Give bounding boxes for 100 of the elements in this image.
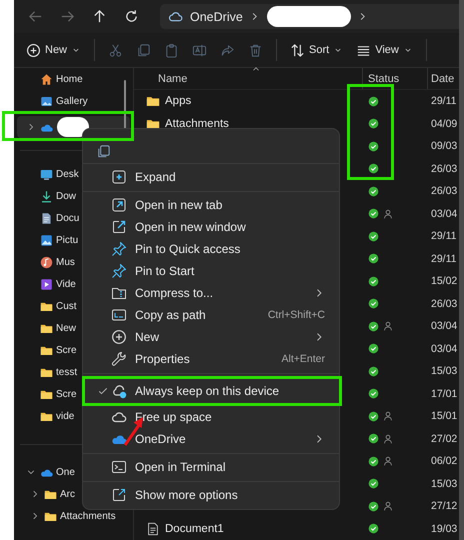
document-icon xyxy=(146,522,160,536)
synced-check-icon xyxy=(368,478,379,490)
cloud-icon xyxy=(168,9,183,24)
synced-check-icon xyxy=(368,208,379,220)
person-icon xyxy=(383,208,393,219)
new-button[interactable]: New xyxy=(26,42,82,58)
check-icon xyxy=(97,385,109,397)
up-button[interactable] xyxy=(92,9,107,24)
video-icon xyxy=(40,278,53,290)
copy-path-icon xyxy=(111,307,127,323)
date-cell-text: 04/09 xyxy=(430,116,458,132)
gallery-icon xyxy=(40,94,53,108)
file-name: Attachments xyxy=(165,118,229,130)
sidebar-item[interactable]: Gallery xyxy=(17,90,130,112)
synced-check-icon xyxy=(368,140,379,152)
breadcrumb[interactable]: OneDrive xyxy=(190,10,243,24)
forward-arrow-icon xyxy=(60,9,75,24)
date-cell-text: 15/03 xyxy=(430,364,458,380)
date-cell-text: 15/03 xyxy=(430,476,458,492)
copy-icon xyxy=(96,144,111,159)
synced-check-icon xyxy=(368,163,379,174)
zip-folder-icon xyxy=(111,285,127,301)
date-cell-text: 26/03 xyxy=(430,162,458,177)
sort-button[interactable]: Sort xyxy=(290,42,344,58)
back-arrow-icon xyxy=(28,9,43,24)
plus-square-icon xyxy=(111,169,127,185)
new-window-icon xyxy=(111,219,127,235)
synced-check-icon xyxy=(368,456,379,467)
date-cell-text: 06/02 xyxy=(430,454,458,470)
date-cell-text: 29/11 xyxy=(430,229,458,244)
pin-icon xyxy=(111,263,127,279)
synced-check-icon xyxy=(368,298,379,310)
cloud-check-icon xyxy=(111,383,127,399)
synced-check-icon xyxy=(368,366,379,377)
synced-check-icon xyxy=(368,118,379,130)
up-arrow-icon xyxy=(92,9,107,24)
download-icon xyxy=(40,190,53,202)
address-bar[interactable]: OneDrive xyxy=(160,4,459,29)
synced-check-icon xyxy=(368,96,379,107)
synced-check-icon xyxy=(368,276,379,287)
pin-icon xyxy=(111,241,127,257)
synced-check-icon xyxy=(368,320,379,332)
synced-check-icon xyxy=(368,186,379,197)
synced-check-icon xyxy=(368,253,379,264)
sidebar-item[interactable]: Attachments xyxy=(17,505,130,527)
column-header[interactable]: Date xyxy=(428,68,459,89)
share-icon xyxy=(220,42,236,58)
file-name: Document1 xyxy=(165,522,224,535)
new-tab-icon xyxy=(111,197,127,213)
date-cell-text: 15/02 xyxy=(430,274,458,290)
file-name: Apps xyxy=(165,95,192,108)
menu-item[interactable]: OneDrive xyxy=(87,428,335,450)
synced-check-icon xyxy=(368,410,379,422)
more-options-icon xyxy=(111,487,127,503)
date-cell-text: 27/12 xyxy=(430,499,458,514)
music-icon xyxy=(40,256,53,268)
person-icon xyxy=(383,456,393,466)
person-icon xyxy=(383,411,393,422)
terminal-icon xyxy=(111,459,127,475)
document-icon xyxy=(40,212,53,224)
date-cell-text: 03/04 xyxy=(430,319,458,334)
sort-icon xyxy=(290,42,306,58)
date-cell-text: 19/03 xyxy=(430,522,458,537)
date-cell-text: 27/02 xyxy=(430,432,458,447)
plus-circle-icon xyxy=(26,42,41,58)
scissors-icon xyxy=(108,42,124,58)
view-button[interactable]: View xyxy=(356,42,413,58)
date-cell-text: 15/01 xyxy=(430,409,458,424)
plus-circle-icon xyxy=(111,329,127,345)
copy-button[interactable] xyxy=(96,144,111,159)
rename-icon xyxy=(192,42,208,58)
date-cell-text: 26/03 xyxy=(430,184,458,200)
home-icon xyxy=(40,72,53,86)
sidebar-item[interactable]: Home xyxy=(17,68,130,90)
column-header[interactable]: Status xyxy=(363,68,428,89)
person-icon xyxy=(383,434,393,444)
person-icon xyxy=(383,321,393,332)
copy-icon xyxy=(136,42,152,58)
clipboard-icon xyxy=(164,42,180,58)
redaction-mark xyxy=(57,117,89,137)
synced-check-icon xyxy=(368,388,379,400)
column-header[interactable]: Name xyxy=(134,68,363,89)
desktop-icon xyxy=(40,168,53,180)
folder-icon xyxy=(146,94,160,108)
person-icon xyxy=(383,501,393,512)
refresh-icon xyxy=(124,9,139,24)
date-cell-text: 03/04 xyxy=(430,206,458,222)
synced-check-icon xyxy=(368,500,379,512)
trash-icon xyxy=(248,42,264,58)
synced-check-icon xyxy=(368,433,379,444)
synced-check-icon xyxy=(368,523,379,534)
date-cell-text: 29/11 xyxy=(430,94,458,110)
date-cell-text: 09/03 xyxy=(430,139,458,154)
wrench-icon xyxy=(111,351,127,367)
synced-check-icon xyxy=(368,343,379,354)
refresh-button[interactable] xyxy=(124,9,139,24)
picture-icon xyxy=(40,234,53,246)
date-cell-text: 03/04 xyxy=(430,342,458,357)
date-cell-text: 26/03 xyxy=(430,296,458,312)
synced-check-icon xyxy=(368,230,379,242)
